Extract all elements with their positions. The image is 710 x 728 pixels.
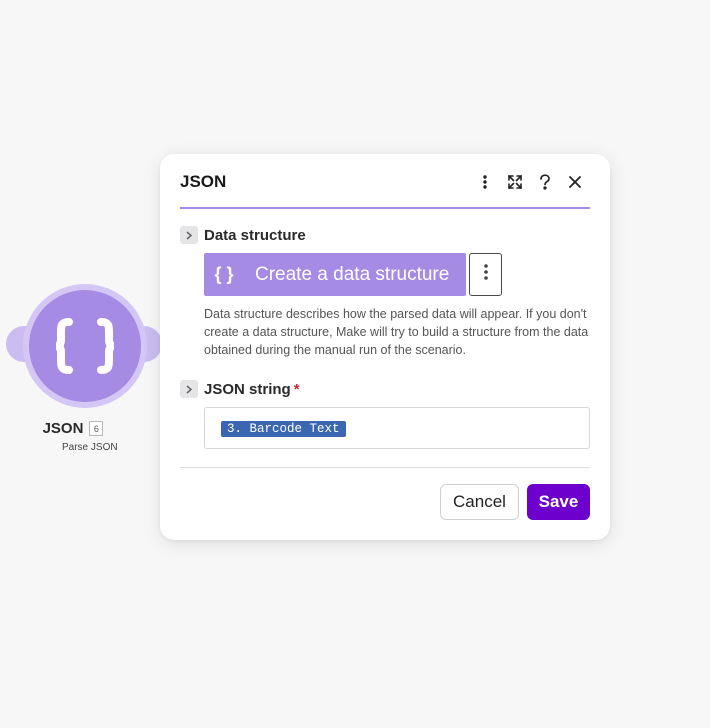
required-mark: * [293,380,300,398]
help-icon[interactable] [530,169,560,195]
node-subtitle: Parse JSON [62,442,118,453]
json-string-row: JSON string * [180,380,300,398]
node-title-row: JSON 6 [0,420,170,437]
mapped-value-pill[interactable]: 3. Barcode Text [221,421,346,437]
node-id-badge: 6 [89,421,104,436]
json-string-label: JSON string [204,380,291,398]
json-braces-icon [55,318,115,374]
module-settings-dialog: JSON Data structure {} Create a data st… [160,154,610,540]
dialog-title: JSON [180,172,227,191]
data-structure-more-button[interactable] [469,253,502,296]
node-title: JSON [42,420,84,437]
data-structure-description: Data structure describes how the parsed … [204,307,589,357]
save-button[interactable]: Save [527,484,590,520]
close-icon[interactable] [560,169,590,195]
cancel-button[interactable]: Cancel [440,484,519,520]
more-vertical-icon [483,264,488,285]
expand-icon[interactable] [500,169,530,195]
json-string-input[interactable]: 3. Barcode Text [204,407,590,449]
chevron-right-icon[interactable] [180,380,198,398]
chevron-right-icon[interactable] [180,226,198,244]
data-structure-row: Data structure [180,226,306,244]
node-circle[interactable] [29,290,141,402]
create-data-structure-label: Create a data structure [255,263,450,285]
dialog-header-actions [470,169,590,195]
more-vertical-icon[interactable] [470,169,500,195]
data-structure-label: Data structure [204,226,306,244]
create-data-structure-button[interactable]: { } Create a data structure [204,253,466,296]
dialog-header: JSON [180,154,590,209]
json-module-node[interactable]: JSON 6 Parse JSON [0,280,170,460]
footer-divider [180,467,590,468]
braces-icon: { } [214,264,234,284]
